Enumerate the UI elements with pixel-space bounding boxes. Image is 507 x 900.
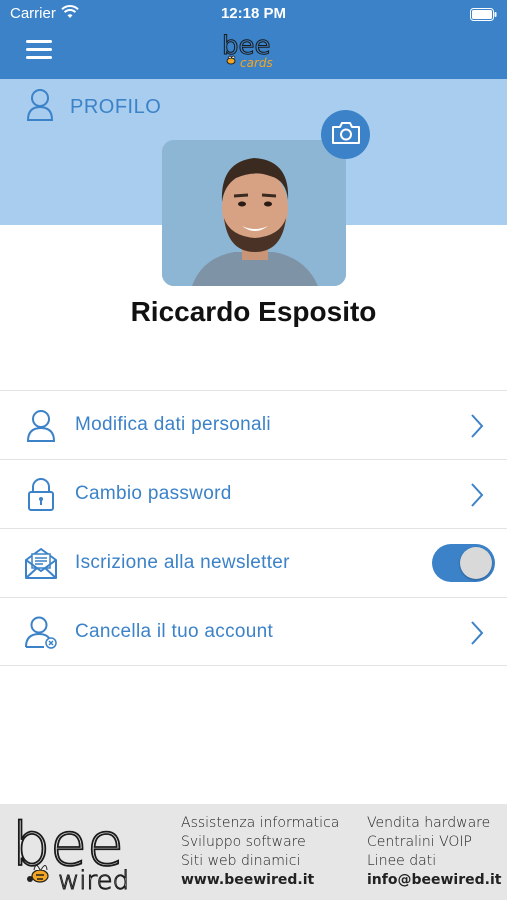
menu-item-newsletter: Iscrizione alla newsletter: [0, 528, 507, 597]
change-photo-button[interactable]: [321, 110, 370, 159]
footer-services-column-2: Vendita hardware Centralini VOIP Linee d…: [367, 814, 501, 890]
chevron-right-icon: [469, 482, 485, 508]
beewired-logo: bee wired: [10, 809, 146, 896]
logo-sub-text: cards: [240, 56, 273, 70]
footer-text: Assistenza informatica: [181, 815, 340, 831]
footer-email-link[interactable]: info@beewired.it: [367, 871, 501, 890]
footer-text: Siti web dinamici: [181, 853, 301, 869]
menu-item-label: Cancella il tuo account: [75, 621, 274, 642]
profile-section-title: PROFILO: [70, 95, 162, 118]
lock-icon: [24, 477, 58, 511]
footer-text: Linee dati: [367, 853, 437, 869]
newsletter-toggle[interactable]: [432, 544, 495, 582]
profile-section-header: PROFILO: [26, 88, 162, 126]
menu-item-delete-account[interactable]: Cancella il tuo account: [0, 597, 507, 666]
menu-item-label: Modifica dati personali: [75, 414, 271, 435]
top-navigation-bar: Carrier 12:18 PM bee cards: [0, 0, 507, 79]
chevron-right-icon: [469, 413, 485, 439]
menu-item-label: Cambio password: [75, 483, 232, 504]
footer-text: Vendita hardware: [367, 815, 491, 831]
status-time: 12:18 PM: [220, 5, 287, 22]
profile-menu-list: Modifica dati personali Cambio password …: [0, 390, 507, 666]
status-bar: Carrier 12:18 PM: [0, 0, 507, 28]
menu-item-label: Iscrizione alla newsletter: [75, 552, 290, 573]
battery-icon: [470, 7, 497, 25]
menu-item-edit-personal-data[interactable]: Modifica dati personali: [0, 390, 507, 459]
camera-icon: [331, 121, 361, 149]
hamburger-menu-icon[interactable]: [26, 40, 52, 60]
newsletter-envelope-icon: [24, 546, 58, 580]
user-full-name: Riccardo Esposito: [130, 296, 377, 327]
beecards-logo: bee cards: [220, 30, 290, 72]
footer-services-column-1: Assistenza informatica Sviluppo software…: [181, 814, 339, 890]
footer-banner: bee wired Assistenza informatica Svilupp…: [0, 804, 507, 900]
footer-logo-sub: wired: [58, 866, 129, 894]
delete-user-icon: [24, 615, 58, 649]
footer-text: Sviluppo software: [181, 834, 306, 850]
user-icon: [26, 88, 54, 126]
toggle-knob: [460, 547, 492, 579]
chevron-right-icon: [469, 620, 485, 646]
profile-photo[interactable]: [162, 140, 346, 286]
user-icon: [24, 408, 58, 442]
footer-website-link[interactable]: www.beewired.it: [181, 871, 339, 890]
footer-text: Centralini VOIP: [367, 834, 472, 850]
menu-item-change-password[interactable]: Cambio password: [0, 459, 507, 528]
